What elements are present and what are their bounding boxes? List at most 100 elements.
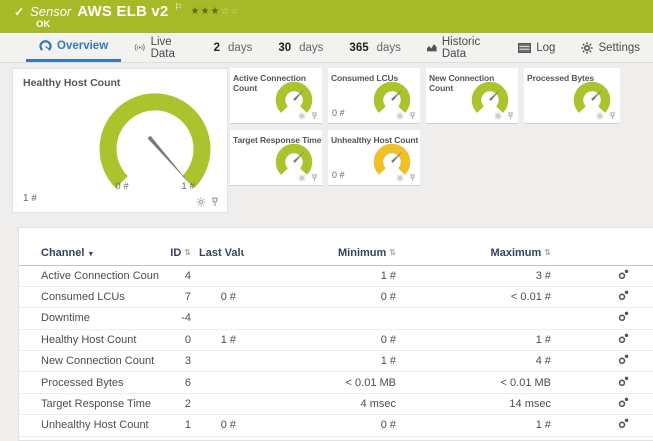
column-header-channel[interactable]: Channel ▼ [19, 241, 159, 265]
channel-name: Unhealthy Host Count [41, 419, 149, 432]
prtg-sensor-overview-page: ✓ Sensor AWS ELB v2 ⚐ ★★★☆☆ OK Overview … [0, 0, 653, 441]
gauge-settings-gear-icon[interactable] [298, 174, 306, 182]
channel-settings-wrench-icon[interactable] [618, 269, 629, 280]
tab-number: 30 [278, 41, 292, 54]
channel-id: 4 [184, 269, 191, 282]
sort-icon: ⇅ [544, 247, 551, 257]
gauge-settings-gear-icon[interactable] [596, 112, 604, 120]
channel-minimum [244, 308, 404, 329]
channel-name: New Connection Count [41, 355, 155, 368]
gauge-icon [39, 40, 52, 51]
channel-table-panel: Channel▼ ID⇅ Last Value⇅ Minimum⇅ Maximu… [18, 227, 653, 441]
sensor-tab-bar: Overview Live Data 2 days 30 days 365 days … [0, 33, 653, 63]
channel-id: 6 [184, 376, 191, 389]
table-row: Unhealthy Host Count 1 0 # 0 # 1 # [19, 415, 653, 437]
channel-settings-wrench-icon[interactable] [618, 354, 629, 365]
pin-icon[interactable] [609, 112, 616, 120]
channel-name: Healthy Host Count [41, 333, 137, 346]
channel-maximum: 14 msec [509, 398, 551, 411]
channel-settings-wrench-icon[interactable] [618, 418, 629, 429]
tab-365-days[interactable]: 365 days [336, 33, 413, 62]
pin-icon[interactable] [507, 112, 514, 120]
channel-minimum: < 0.01 MB [345, 376, 396, 389]
channel-maximum: 4 # [535, 355, 551, 368]
channel-id: 7 [184, 291, 191, 304]
tab-overview[interactable]: Overview [26, 33, 122, 62]
pin-icon[interactable] [311, 112, 318, 120]
gauge-current-value: 1 # [23, 193, 37, 204]
sort-icon: ⇅ [389, 247, 396, 257]
pin-icon[interactable] [211, 197, 219, 207]
column-header-last-value[interactable]: Last Value⇅ [199, 241, 244, 265]
healthy-host-count-gauge [99, 93, 211, 189]
channel-last-value [199, 308, 244, 329]
column-header-id[interactable]: ID ⇅ [159, 241, 199, 265]
tab-settings[interactable]: Settings [568, 33, 653, 62]
tab-historic-data[interactable]: Historic Data [414, 33, 505, 62]
stars-empty: ☆☆ [220, 6, 241, 17]
gauge-panel-healthy-host-count: Healthy Host Count 0 # 1 # 1 # [12, 68, 228, 213]
tab-2-days[interactable]: 2 days [201, 33, 266, 62]
rating-stars[interactable]: ★★★☆☆ [191, 6, 241, 17]
priority-flag-icon[interactable]: ⚐ [174, 2, 182, 13]
channel-settings-wrench-icon[interactable] [618, 333, 629, 344]
channel-name: Processed Bytes [41, 376, 124, 389]
channel-last-value [199, 372, 244, 393]
tab-30-days[interactable]: 30 days [265, 33, 336, 62]
column-header-minimum[interactable]: Minimum ⇅ [244, 241, 404, 265]
channel-minimum: 0 # [380, 291, 396, 304]
gauge-current-value: 0 # [332, 170, 345, 180]
channel-settings-wrench-icon[interactable] [618, 397, 629, 408]
gauge-min-label: 0 # [115, 181, 129, 192]
pin-icon[interactable] [409, 174, 416, 182]
tab-label: Historic Data [441, 35, 481, 60]
gauge-max-label: 1 # [181, 181, 195, 192]
gauge-settings-gear-icon[interactable] [396, 174, 404, 182]
bar-chart-icon [426, 44, 437, 52]
sensor-header: ✓ Sensor AWS ELB v2 ⚐ ★★★☆☆ OK [0, 0, 653, 33]
table-row: New Connection Count 3 1 # 4 # [19, 351, 653, 372]
gauge-current-value: 0 # [332, 108, 345, 118]
channel-settings-wrench-icon[interactable] [618, 290, 629, 301]
channel-minimum: 0 # [380, 419, 396, 432]
tab-number: 2 [213, 41, 221, 54]
tab-unit: days [299, 41, 324, 54]
tab-live-data[interactable]: Live Data [121, 33, 200, 62]
channel-last-value [199, 393, 244, 414]
gauge-panel-active-connection-count: Active Connection Count [230, 68, 322, 124]
tab-log[interactable]: Log [505, 33, 568, 62]
channel-minimum: 1 # [380, 269, 396, 282]
gauge-settings-gear-icon[interactable] [396, 112, 404, 120]
channel-maximum: < 0.01 MB [500, 376, 551, 389]
sensor-title: AWS ELB v2 [77, 3, 169, 20]
channel-maximum: 1 # [535, 419, 551, 432]
pin-icon[interactable] [311, 174, 318, 182]
channel-settings-wrench-icon[interactable] [618, 311, 629, 322]
channel-maximum: 1 # [535, 333, 551, 346]
channel-maximum: < 0.01 # [510, 291, 551, 304]
tab-label: Settings [598, 41, 640, 54]
sort-icon: ⇅ [184, 247, 191, 257]
channel-minimum: 1 # [380, 355, 396, 368]
pin-icon[interactable] [409, 112, 416, 120]
tab-number: 365 [349, 41, 369, 54]
status-badge: OK [36, 19, 51, 30]
sort-desc-icon: ▼ [87, 250, 95, 258]
log-icon [518, 42, 532, 53]
table-header-row: Channel▼ ID⇅ Last Value⇅ Minimum⇅ Maximu… [19, 241, 653, 265]
gauge-settings-gear-icon[interactable] [494, 112, 502, 120]
gear-icon [581, 41, 594, 54]
channel-settings-wrench-icon[interactable] [618, 376, 629, 387]
table-row: Downtime -4 [19, 308, 653, 330]
channel-last-value [199, 265, 244, 286]
gauge-settings-gear-icon[interactable] [298, 112, 306, 120]
object-kind-label: Sensor [30, 4, 72, 19]
channel-id: 2 [184, 398, 191, 411]
gauge-settings-gear-icon[interactable] [196, 197, 206, 207]
column-header-maximum[interactable]: Maximum ⇅ [404, 241, 559, 265]
channel-maximum: 3 # [535, 269, 551, 282]
gauge-panel-unhealthy-host-count: Unhealthy Host Count 0 # [328, 130, 420, 186]
table-row: Active Connection Count 4 1 # 3 # [19, 265, 653, 287]
channel-id: 1 [184, 419, 191, 432]
channel-name: Active Connection Count [41, 269, 159, 282]
